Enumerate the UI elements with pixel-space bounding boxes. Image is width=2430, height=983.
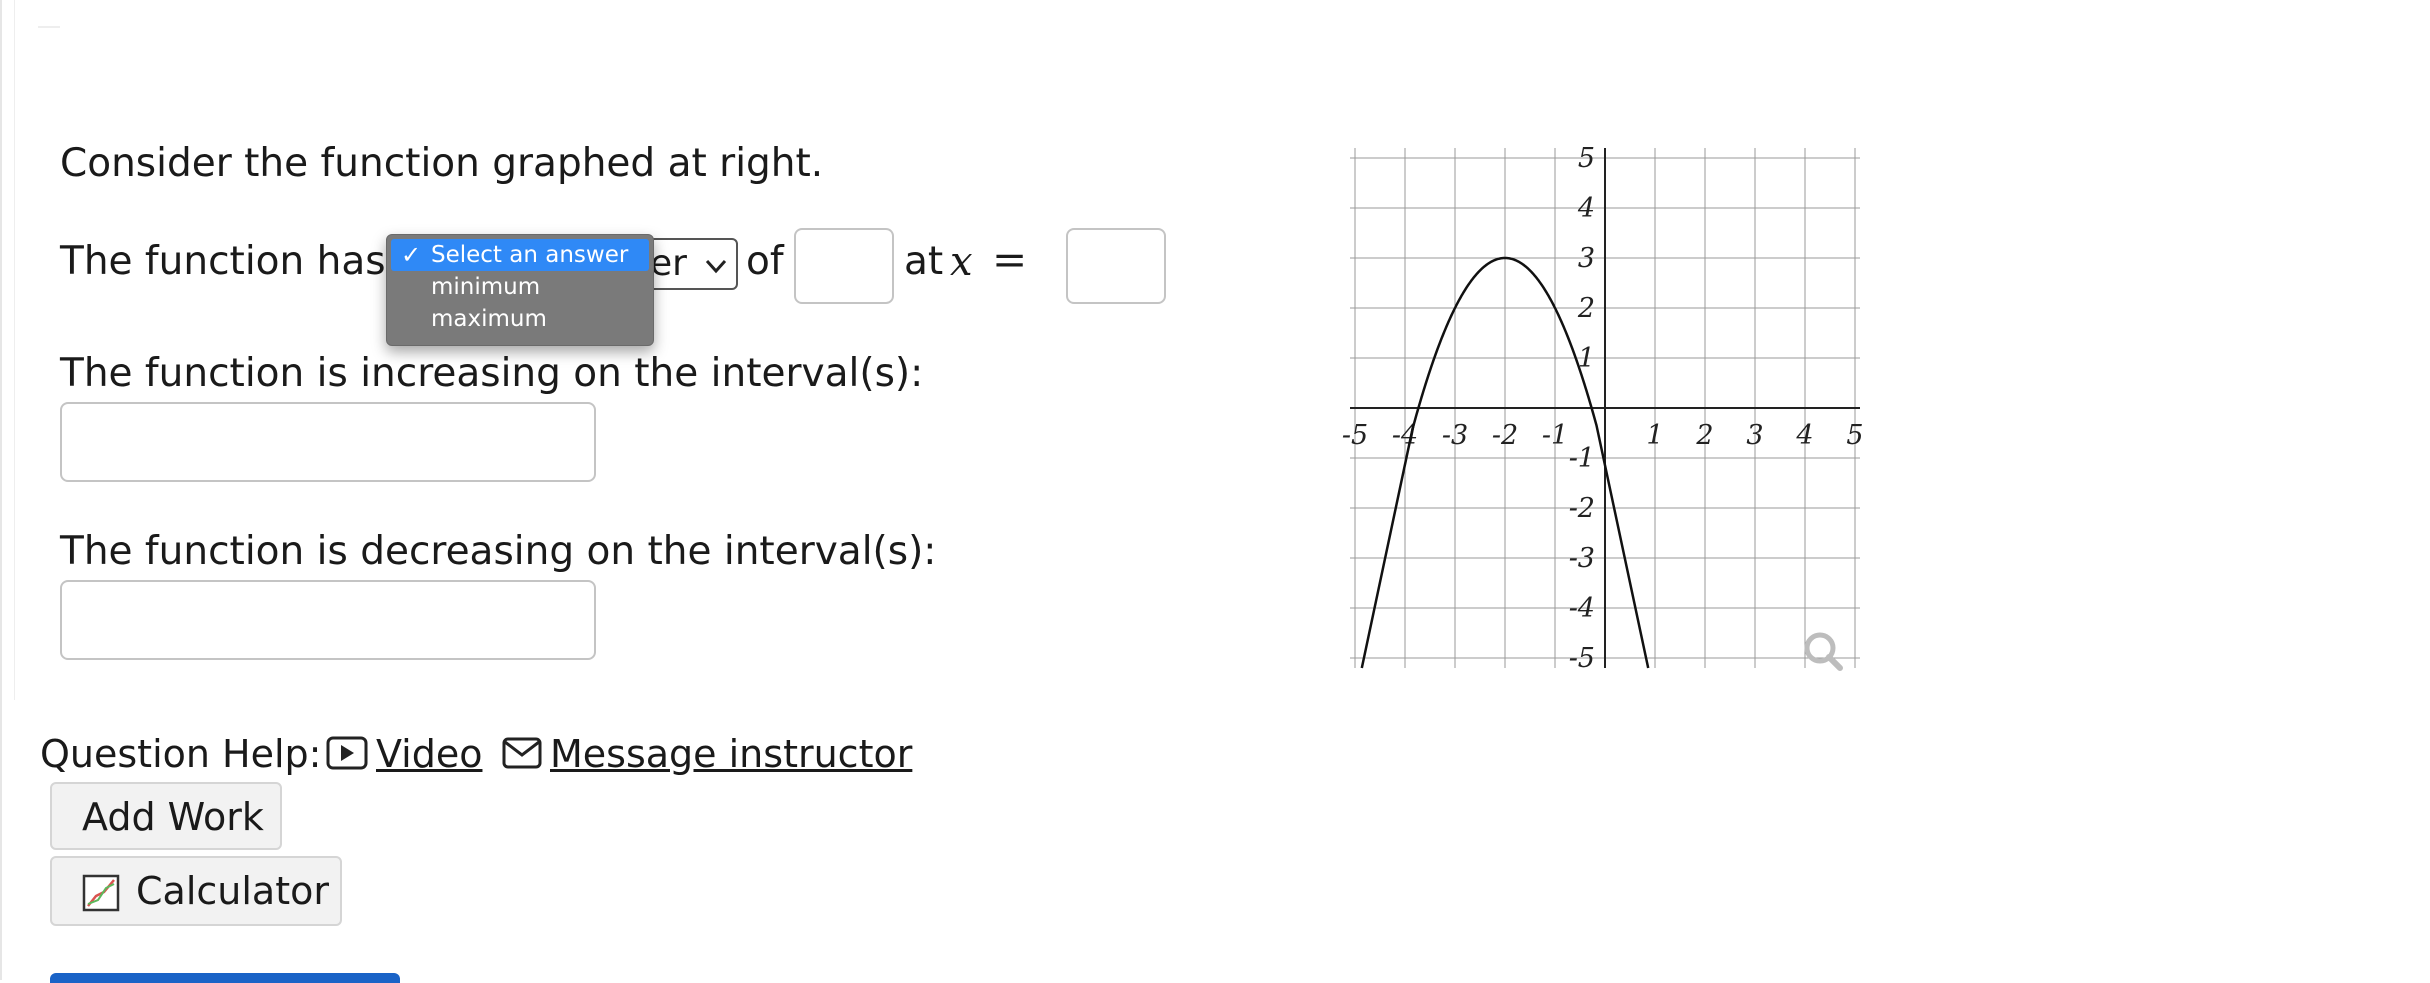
calculator-graph-icon [82,874,120,912]
add-work-label: Add Work [82,795,264,839]
question-intro: Consider the function graphed at right. [60,141,824,186]
magnifier-icon [1804,632,1843,671]
question-help-label: Question Help: [40,732,322,776]
extremum-value-input[interactable] [794,228,894,304]
y-tick-label: 3 [1578,243,1595,274]
calculator-button[interactable]: Calculator [50,856,342,926]
x-tick-label: 5 [1846,420,1863,451]
decreasing-label: The function is decreasing on the interv… [60,529,937,574]
y-tick-label: -2 [1569,493,1595,524]
decreasing-intervals-input[interactable] [60,580,596,660]
y-tick-label: -4 [1569,593,1595,624]
graph-axes [1350,148,1860,668]
envelope-icon[interactable] [502,736,542,770]
x-tick-label: 4 [1795,420,1813,451]
y-tick-label: -3 [1569,543,1595,574]
dropdown-option-minimum[interactable]: minimum [387,271,653,303]
x-tick-label: -3 [1442,420,1468,451]
x-tick-label: 2 [1695,420,1713,451]
dropdown-option-label: maximum [431,306,547,332]
x-tick-label: -5 [1342,420,1368,451]
chevron-down-icon [705,259,727,274]
increasing-label: The function is increasing on the interv… [60,351,924,396]
dropdown-option-label: Select an answer [431,242,629,268]
y-tick-label: -5 [1569,643,1595,674]
video-play-icon[interactable] [326,736,368,770]
select-visible-text: er [650,243,687,284]
x-tick-label: 3 [1746,420,1763,451]
y-tick-label: 4 [1577,193,1595,224]
x-variable: x [950,239,973,285]
x-tick-label: 1 [1646,420,1663,451]
submit-button-edge[interactable] [50,973,400,983]
check-icon: ✓ [401,241,422,269]
dropdown-option-label: minimum [431,274,541,300]
x-tick-label: -2 [1492,420,1518,451]
of-label: of [746,239,784,284]
video-link[interactable]: Video [376,730,482,778]
at-label: at [904,239,944,284]
y-tick-label: 5 [1578,143,1595,174]
extremum-type-dropdown-menu: ✓ Select an answer minimum maximum [386,234,654,346]
calculator-label: Calculator [136,869,329,913]
equals-sign: = [992,235,1028,284]
message-instructor-link[interactable]: Message instructor [550,730,912,778]
dropdown-option-maximum[interactable]: maximum [387,303,653,335]
increasing-intervals-input[interactable] [60,402,596,482]
x-tick-label: -1 [1542,420,1568,451]
dropdown-option-select-answer[interactable]: ✓ Select an answer [391,239,649,271]
extremum-x-input[interactable] [1066,228,1166,304]
y-tick-label: -1 [1569,443,1595,474]
add-work-button[interactable]: Add Work [50,782,282,850]
function-graph: -5 -4 -3 -2 -1 1 2 3 4 554321-1-2-3-4-5 [1342,143,1864,674]
y-tick-label: 2 [1577,293,1595,324]
page-left-rule [0,0,2,980]
extremum-prefix: The function has a [60,239,422,284]
card-corner-mark [38,26,60,28]
